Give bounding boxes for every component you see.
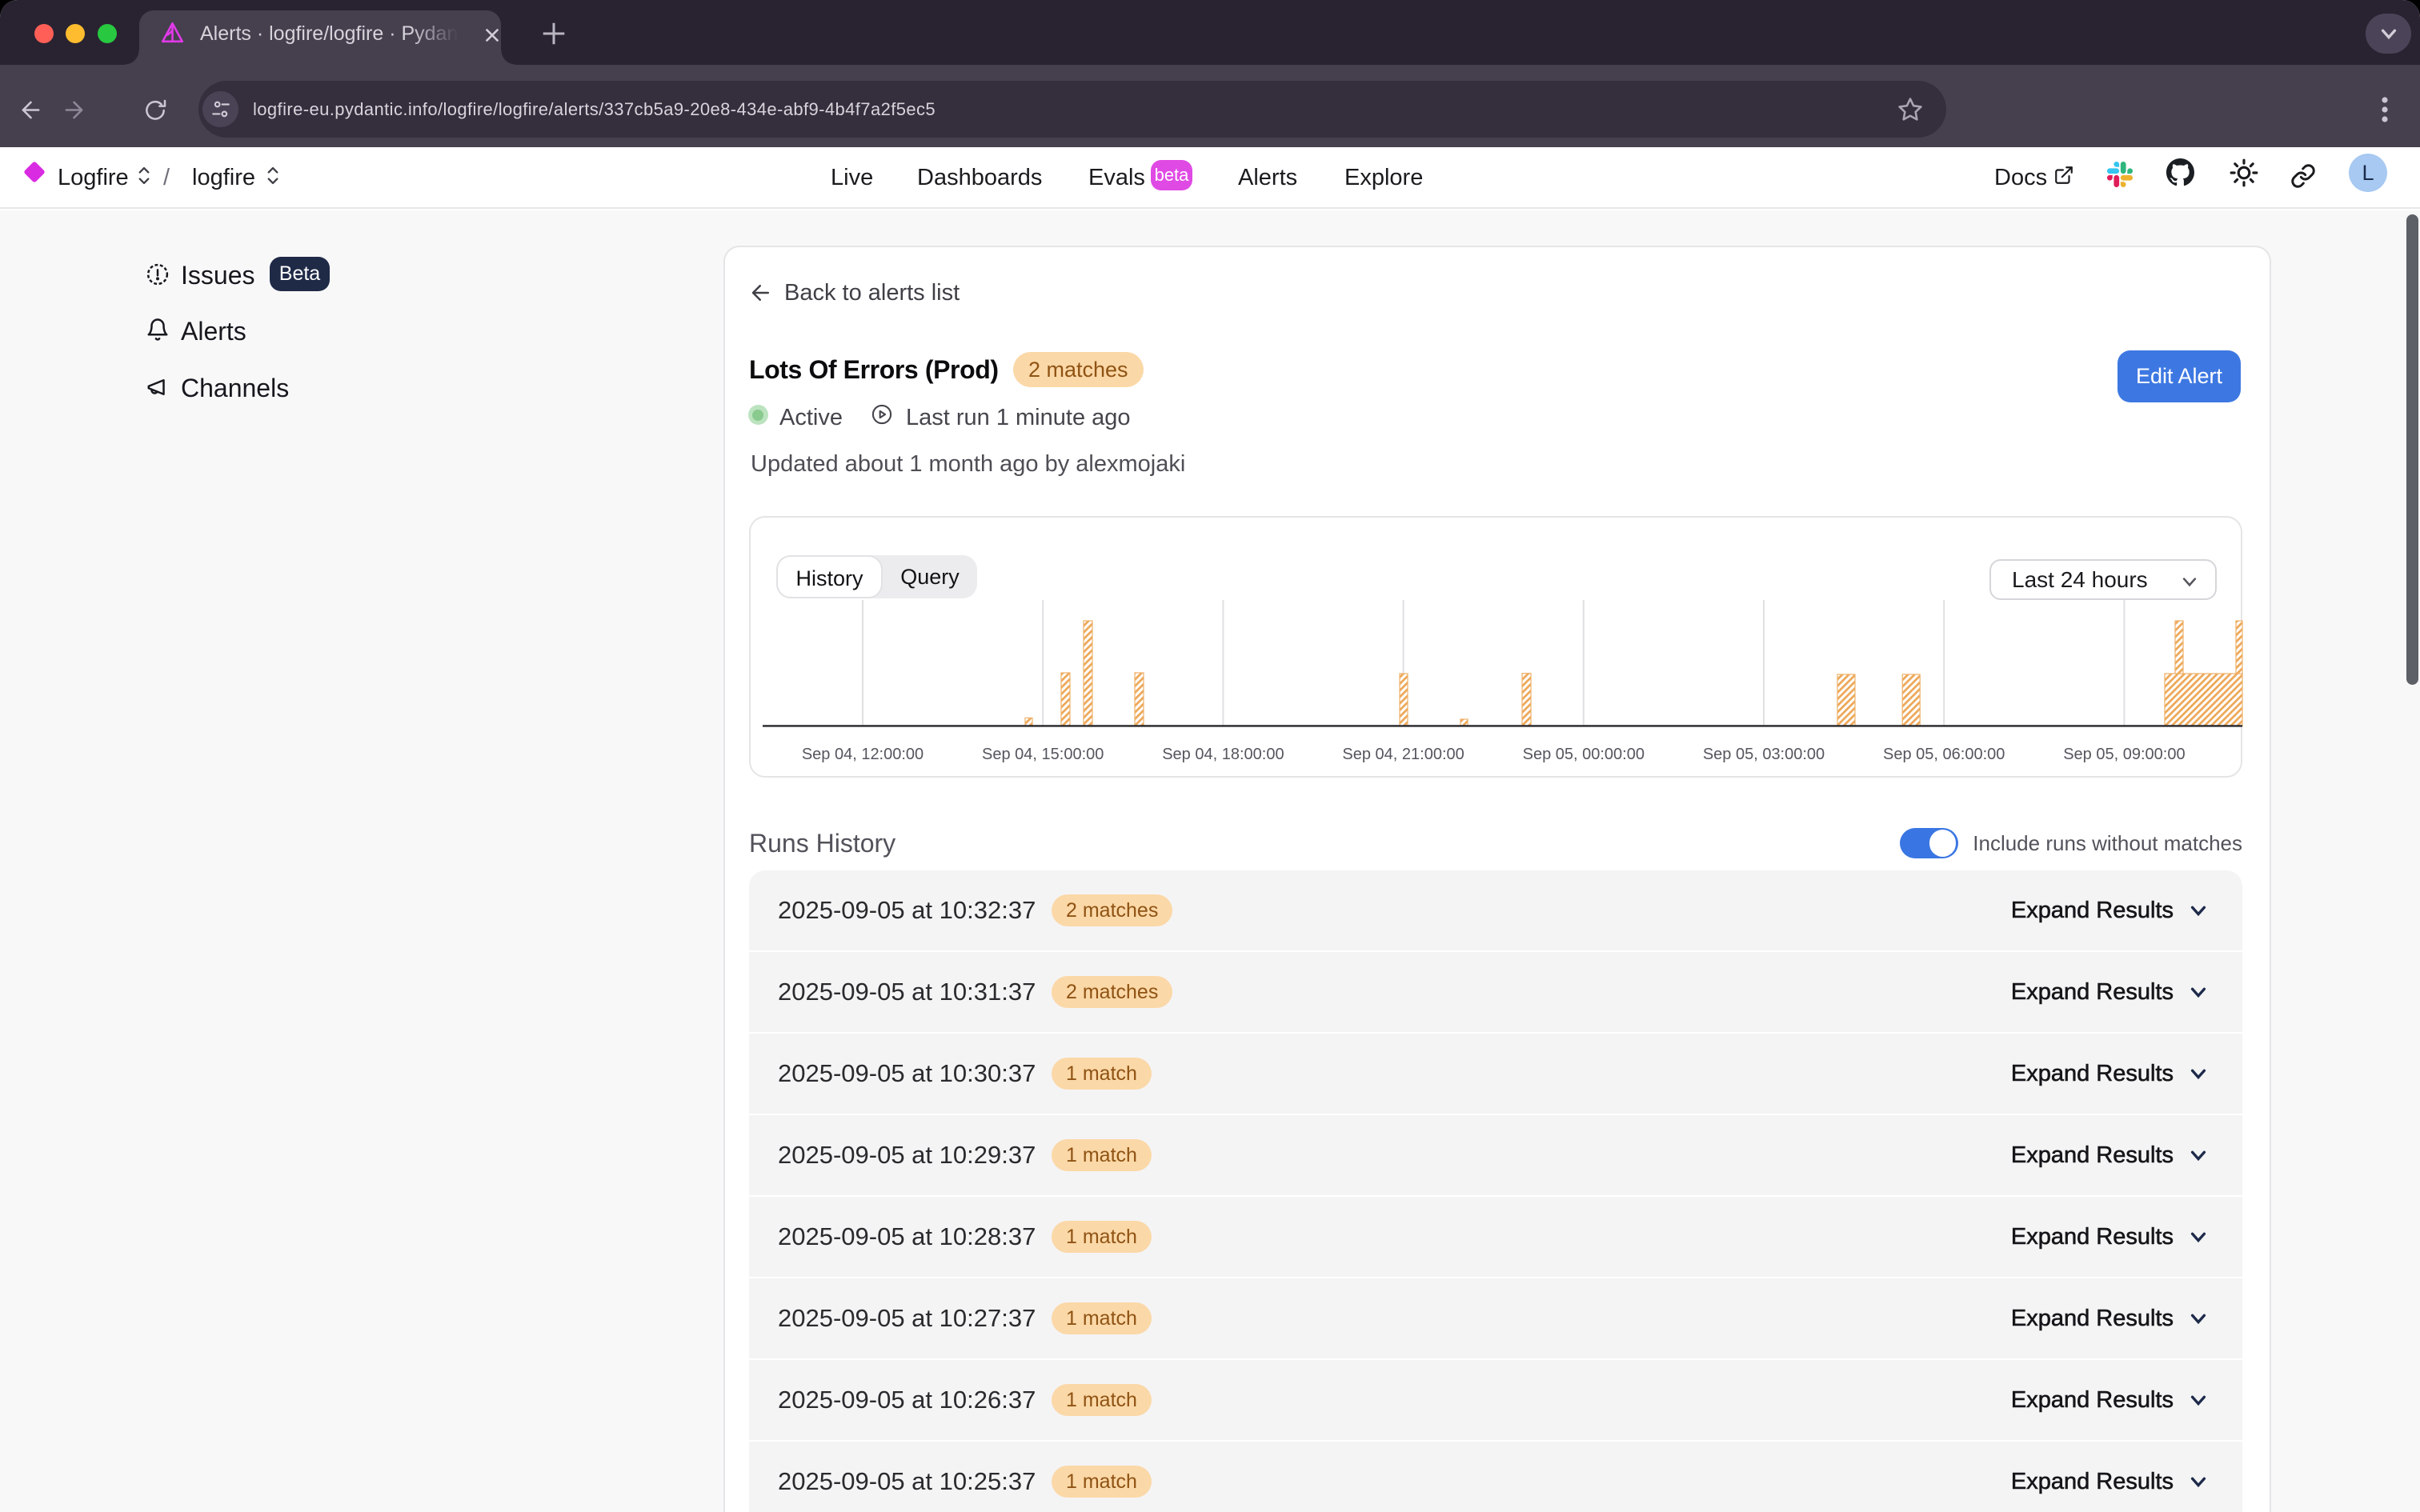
svg-text:Sep 05, 00:00:00: Sep 05, 00:00:00	[1523, 746, 1645, 763]
svg-text:Sep 05, 03:00:00: Sep 05, 03:00:00	[1703, 746, 1825, 763]
svg-text:Sep 05, 06:00:00: Sep 05, 06:00:00	[1883, 746, 2005, 763]
svg-text:Sep 04, 21:00:00: Sep 04, 21:00:00	[1342, 746, 1464, 763]
svg-text:Sep 04, 18:00:00: Sep 04, 18:00:00	[1162, 746, 1284, 763]
svg-text:Sep 04, 12:00:00: Sep 04, 12:00:00	[802, 746, 924, 763]
svg-text:Sep 05, 09:00:00: Sep 05, 09:00:00	[2063, 746, 2185, 763]
svg-text:Sep 04, 15:00:00: Sep 04, 15:00:00	[982, 746, 1104, 763]
